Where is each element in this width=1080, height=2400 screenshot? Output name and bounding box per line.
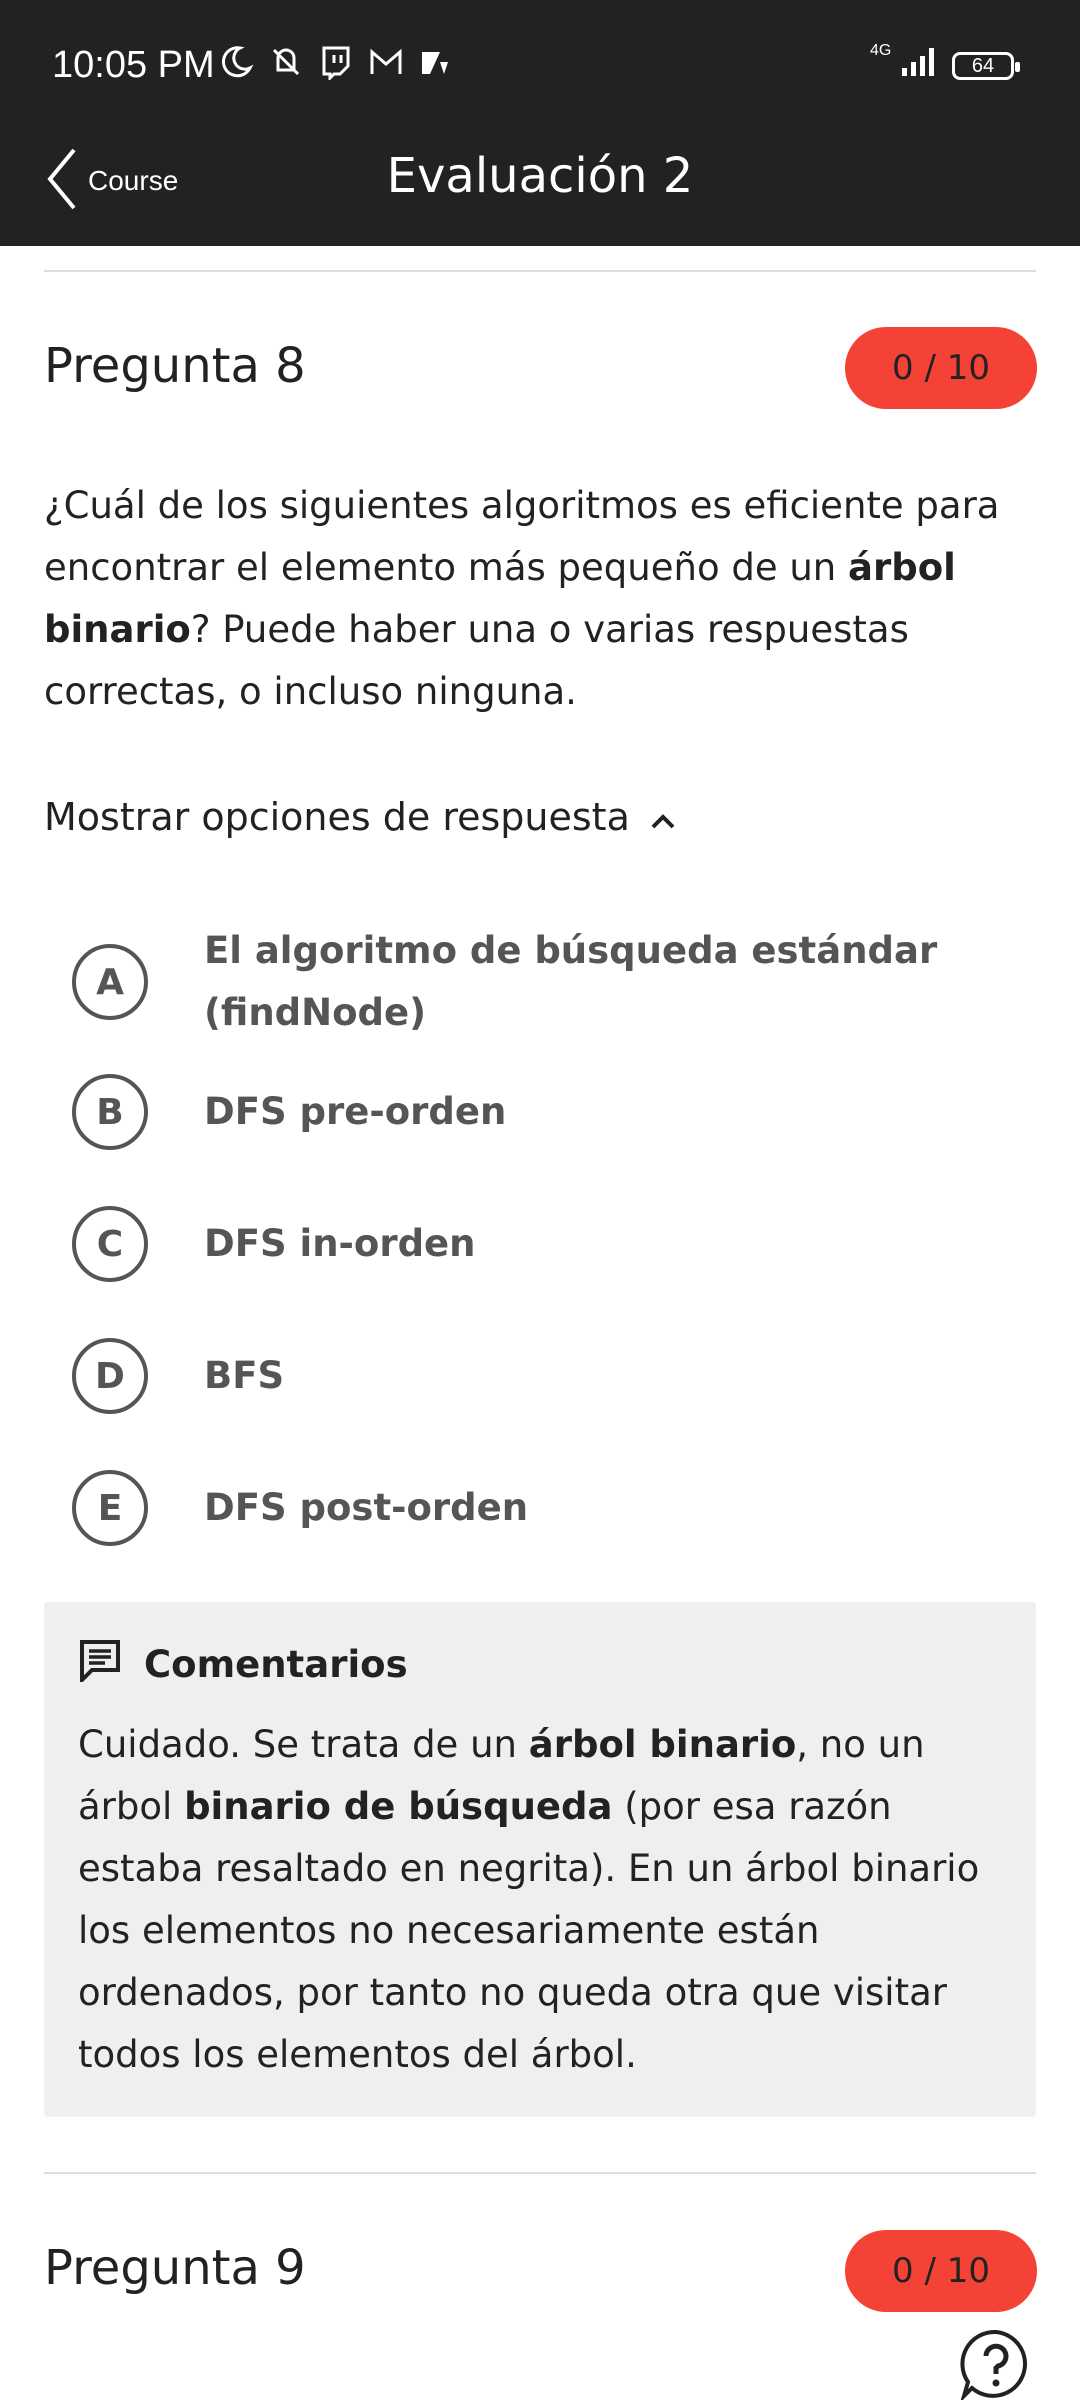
answer-option[interactable]: D BFS xyxy=(72,1338,964,1414)
app-icon xyxy=(418,44,454,80)
feedback-title: Comentarios xyxy=(144,1643,408,1686)
feedback-panel: Comentarios Cuidado. Se trata de un árbo… xyxy=(44,1602,1036,2117)
option-letter: B xyxy=(72,1074,148,1150)
status-time: 10:05 PM xyxy=(52,44,215,86)
answer-option[interactable]: A El algoritmo de búsqueda estándar (fin… xyxy=(72,920,964,1044)
option-text: DFS pre-orden xyxy=(204,1090,507,1133)
toggle-label: Mostrar opciones de respuesta xyxy=(44,795,630,839)
feedback-text-part: (por esa razón estaba resaltado en negri… xyxy=(78,1785,980,2076)
answer-option[interactable]: E DFS post-orden xyxy=(72,1470,964,1546)
question-title: Pregunta 9 xyxy=(44,2240,306,2296)
option-letter: A xyxy=(72,944,148,1020)
score-badge: 0 / 10 xyxy=(845,327,1037,409)
feedback-header: Comentarios xyxy=(78,1638,408,1691)
answer-option[interactable]: B DFS pre-orden xyxy=(72,1074,964,1150)
help-button[interactable] xyxy=(958,2326,1034,2400)
option-text: BFS xyxy=(204,1354,285,1397)
page-title: Evaluación 2 xyxy=(386,148,694,204)
status-bar: 10:05 PM 4G 64 xyxy=(0,0,1080,110)
vibrate-off-icon xyxy=(268,44,304,80)
feedback-text-bold: binario de búsqueda xyxy=(184,1785,613,1828)
network-label: 4G xyxy=(870,42,892,59)
feedback-text: Cuidado. Se trata de un árbol binario, n… xyxy=(78,1714,1008,2086)
signal-icon xyxy=(900,44,940,80)
option-letter: D xyxy=(72,1338,148,1414)
feedback-text-bold: árbol binario xyxy=(528,1723,797,1766)
option-text: El algoritmo de búsqueda estándar (findN… xyxy=(204,929,938,1034)
help-icon xyxy=(960,2329,1027,2400)
question-text: ¿Cuál de los siguientes algoritmos es ef… xyxy=(44,475,1044,723)
answer-option[interactable]: C DFS in-orden xyxy=(72,1206,964,1282)
score-badge: 0 / 10 xyxy=(845,2230,1037,2312)
chevron-up-icon xyxy=(650,795,676,839)
status-icons xyxy=(218,44,454,82)
show-options-toggle[interactable]: Mostrar opciones de respuesta xyxy=(44,795,676,839)
app-bar: Course Evaluación 2 xyxy=(0,110,1080,246)
battery-icon: 64 xyxy=(952,52,1020,80)
question-title: Pregunta 8 xyxy=(44,338,306,394)
divider xyxy=(44,2172,1036,2174)
option-text: DFS in-orden xyxy=(204,1222,476,1265)
network-indicator: 4G xyxy=(870,42,940,80)
comment-icon xyxy=(78,1638,122,1691)
option-text: DFS post-orden xyxy=(204,1486,529,1529)
option-letter: C xyxy=(72,1206,148,1282)
divider xyxy=(44,270,1036,272)
feedback-text-part: Cuidado. Se trata de un xyxy=(78,1723,529,1766)
gmail-icon xyxy=(368,44,404,80)
option-letter: E xyxy=(72,1470,148,1546)
twitch-icon xyxy=(318,44,354,82)
moon-icon xyxy=(218,44,254,80)
